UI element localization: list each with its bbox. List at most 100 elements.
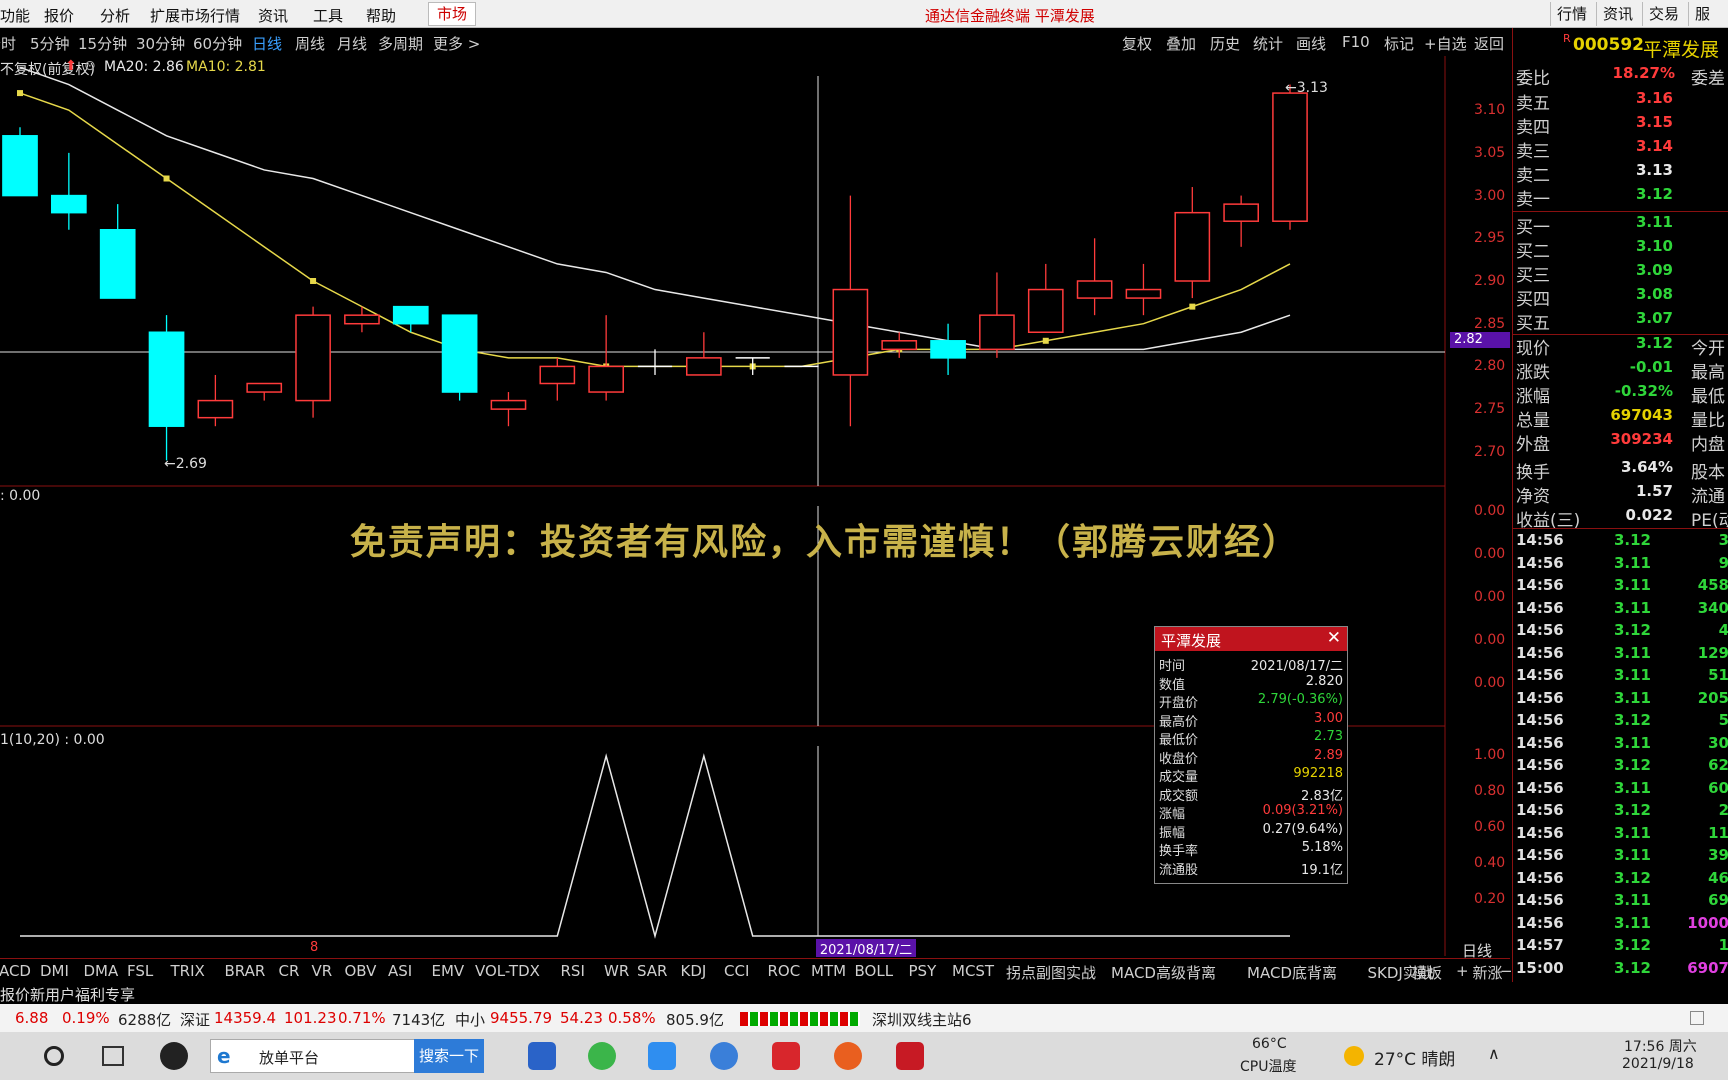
indicator-tab[interactable]: VOL-TDX — [475, 962, 540, 980]
indicator-tab[interactable]: RSI — [561, 962, 585, 980]
candle-body — [832, 288, 869, 376]
top-btn-news[interactable]: 资讯 — [1596, 2, 1639, 26]
browser-search-box[interactable]: e 放单平台 — [210, 1039, 416, 1073]
popup-row: 最高价 3.00 — [1155, 711, 1347, 730]
chevron-up-icon[interactable]: ∧ — [1488, 1044, 1500, 1063]
cortana-icon[interactable] — [44, 1046, 64, 1066]
top-btn-service[interactable]: 服务 — [1688, 2, 1728, 47]
period-tab[interactable]: 分时 — [0, 33, 16, 54]
tick-row: 14:56 3.12 2 — [1516, 801, 1728, 819]
menu-help[interactable]: 帮助 — [366, 5, 396, 26]
app-orange-icon[interactable] — [834, 1042, 862, 1070]
indicator-tab[interactable]: SAR — [637, 962, 667, 980]
tool-stats[interactable]: 统计 — [1253, 33, 1283, 54]
indicator-tab[interactable]: KDJ — [681, 962, 707, 980]
indicator-tab[interactable]: VR — [312, 962, 333, 980]
tool-f10[interactable]: F10 — [1342, 33, 1370, 51]
market-button[interactable]: 市场 — [428, 2, 476, 26]
indicator-tab[interactable]: TRIX — [171, 962, 205, 980]
candle-body — [344, 314, 380, 325]
popup-row: 振幅 0.27(9.64%) — [1155, 822, 1347, 841]
popup-value: 2.89 — [1314, 747, 1343, 763]
period-tab[interactable]: 多周期 — [378, 33, 423, 54]
indicator-tab[interactable]: DMI — [40, 962, 69, 980]
period-tab-active[interactable]: 日线 — [252, 33, 282, 54]
sogou-icon[interactable] — [710, 1042, 738, 1070]
tool-history[interactable]: 历史 — [1210, 33, 1240, 54]
popup-value: 2.79(-0.36%) — [1257, 692, 1343, 707]
pin-app-icon[interactable] — [528, 1042, 556, 1070]
browser-icon[interactable] — [588, 1042, 616, 1070]
indicator-tab[interactable]: CCI — [724, 962, 749, 980]
top-btn-market[interactable]: 行情 — [1550, 2, 1593, 26]
tdx-icon[interactable] — [896, 1042, 924, 1070]
y-tick-label: 2.80 — [1474, 358, 1506, 375]
feather-app-icon[interactable] — [648, 1042, 676, 1070]
indicator-control[interactable]: 模板 — [1412, 962, 1442, 983]
period-tab[interactable]: 5分钟 — [30, 33, 70, 54]
task-view-icon[interactable] — [102, 1046, 124, 1066]
period-tab[interactable]: 30分钟 — [136, 33, 185, 54]
indicator-tab[interactable]: BOLL — [855, 962, 894, 980]
popup-value: 0.09(3.21%) — [1262, 803, 1343, 818]
popup-row: 最低价 2.73 — [1155, 729, 1347, 748]
indicator-tab[interactable]: MTM — [811, 962, 846, 980]
window-icon[interactable] — [1690, 1011, 1704, 1025]
menu-tools[interactable]: 工具 — [313, 5, 343, 26]
toggle-icon[interactable]: ⊙ — [84, 58, 96, 74]
menu-extended-market[interactable]: 扩展市场行情 — [150, 5, 240, 26]
indicator-tab[interactable]: FSL — [127, 962, 153, 980]
indicator-tab[interactable]: PSY — [909, 962, 937, 980]
indicator-tab[interactable]: CR — [279, 962, 300, 980]
tool-back[interactable]: 返回 — [1474, 33, 1504, 54]
period-more[interactable]: 更多 > — [433, 33, 480, 54]
tick-row: 14:56 3.12 5 — [1516, 711, 1728, 729]
tick-row: 14:57 3.12 1 — [1516, 936, 1728, 954]
server-label[interactable]: 深圳双线主站6 — [872, 1009, 972, 1030]
tool-overlay[interactable]: 叠加 — [1166, 33, 1196, 54]
weather-sun-icon[interactable] — [1344, 1046, 1364, 1066]
app-icon[interactable] — [160, 1042, 188, 1070]
popup-key: 最高价 — [1159, 714, 1199, 730]
indicator-tab[interactable]: ROC — [768, 962, 801, 980]
period-tab[interactable]: 周线 — [295, 33, 325, 54]
popup-row: 时间 2021/08/17/二 — [1155, 655, 1347, 674]
indicator-tab[interactable]: MACD底背离 — [1247, 962, 1337, 983]
indicator-tab[interactable]: MCST — [952, 962, 994, 980]
indicator-tab[interactable]: ASI — [388, 962, 412, 980]
candle-body — [392, 305, 429, 325]
candle-body — [979, 314, 1015, 351]
tool-mark[interactable]: 标记 — [1384, 33, 1414, 54]
menu-news[interactable]: 资讯 — [258, 5, 288, 26]
tool-draw[interactable]: 画线 — [1296, 33, 1326, 54]
menu-function[interactable]: 功能 — [0, 5, 30, 26]
indicator-tab[interactable]: MACD高级背离 — [1111, 962, 1216, 983]
indicator-tab[interactable]: BRAR — [225, 962, 266, 980]
wps-icon[interactable] — [772, 1042, 800, 1070]
tool-add-watchlist[interactable]: +自选 — [1424, 33, 1467, 54]
indicator-tab[interactable]: MACD — [0, 962, 31, 980]
menu-quote[interactable]: 报价 — [44, 5, 74, 26]
indicator-control[interactable]: − — [1500, 962, 1513, 980]
search-button[interactable]: 搜索一下 — [414, 1039, 484, 1073]
period-tab[interactable]: 60分钟 — [193, 33, 242, 54]
indicator-tab[interactable]: DMA — [84, 962, 119, 980]
y-tick-label: 3.10 — [1474, 102, 1506, 119]
close-icon[interactable]: ✕ — [1327, 628, 1341, 648]
ma10-label: MA10: 2.81 — [186, 59, 266, 75]
top-btn-trade[interactable]: 交易 — [1642, 2, 1685, 26]
ask-row: 卖三 3.14 — [1516, 137, 1673, 162]
menu-analysis[interactable]: 分析 — [100, 5, 130, 26]
period-tab[interactable]: 15分钟 — [78, 33, 127, 54]
period-tab[interactable]: 月线 — [337, 33, 367, 54]
ma10-point — [17, 90, 23, 97]
indicator-tab[interactable]: WR — [604, 962, 629, 980]
indicator-tab[interactable]: OBV — [345, 962, 377, 980]
indicator-tab[interactable]: 拐点副图实战 — [1006, 962, 1096, 983]
up-arrow-icon: ⬆ — [65, 58, 77, 74]
bid-row: 买四 3.08 — [1516, 285, 1673, 310]
indicator-tab[interactable]: EMV — [432, 962, 465, 980]
tool-restore-rights[interactable]: 复权 — [1122, 33, 1152, 54]
promo-link[interactable]: 新用户福利专享 — [30, 984, 135, 1005]
indicator-control[interactable]: + — [1456, 962, 1469, 980]
